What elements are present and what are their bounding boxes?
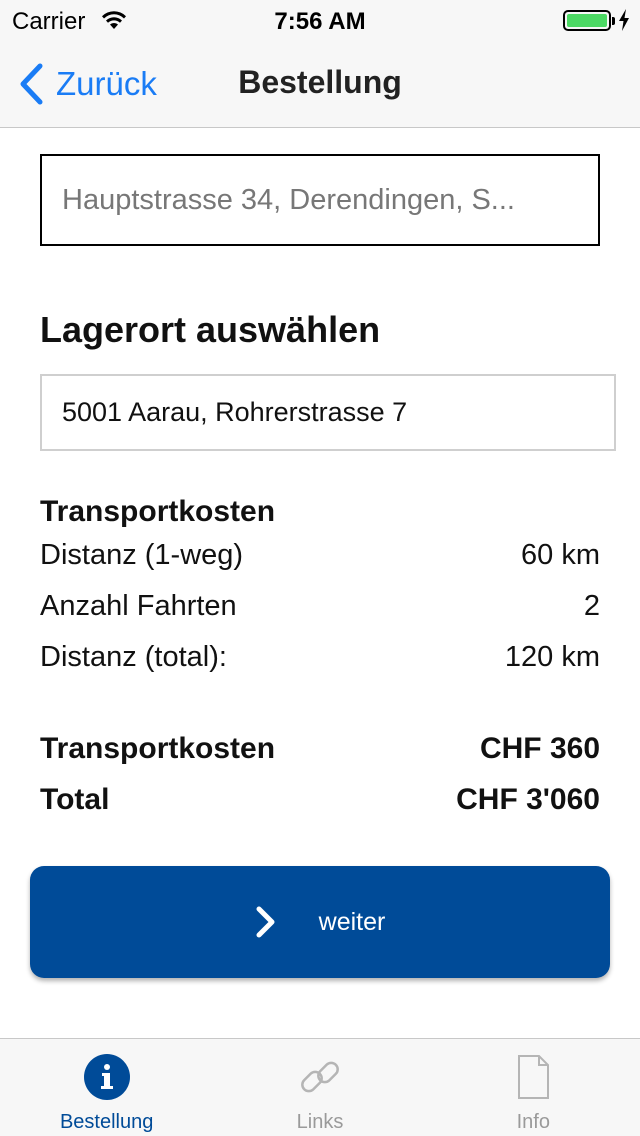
document-icon — [509, 1053, 557, 1101]
tab-label: Bestellung — [59, 1111, 154, 1133]
clock: 7:56 AM — [274, 8, 366, 35]
cost-row-label: Anzahl Fahrten — [40, 590, 237, 622]
info-icon — [83, 1053, 131, 1101]
summary-label: Transportkosten — [40, 732, 276, 765]
storage-location-value: 5001 Aarau, Rohrerstrasse 7 — [62, 397, 408, 427]
summary-value: CHF 3'060 — [456, 783, 600, 816]
link-icon — [296, 1053, 344, 1101]
tab-info[interactable]: Info — [427, 1039, 640, 1136]
transport-costs-heading: Transportkosten — [40, 495, 276, 528]
cost-row-distance-one-way: Distanz (1-weg) 60 km — [40, 539, 600, 572]
summary-row-transport-costs: Transportkosten CHF 360 — [40, 732, 600, 766]
back-button[interactable]: Zurück — [18, 62, 157, 106]
summary-row-total: Total CHF 3'060 — [40, 783, 600, 817]
cost-row-label: Distanz (1-weg) — [40, 539, 244, 571]
summary-value: CHF 360 — [479, 732, 600, 765]
storage-section-title: Lagerort auswählen — [40, 309, 381, 350]
continue-button-label: weiter — [318, 907, 386, 936]
cost-row-trips: Anzahl Fahrten 2 — [40, 590, 600, 623]
chevron-left-icon — [20, 63, 43, 105]
cost-row-value: 2 — [583, 590, 600, 622]
tab-links[interactable]: Links — [213, 1039, 426, 1136]
charging-bolt-icon — [619, 9, 629, 31]
summary-label: Total — [40, 783, 110, 816]
battery-icon — [563, 10, 615, 31]
status-bar: Carrier 7:56 AM — [0, 0, 640, 40]
tab-bar: Bestellung Links Info — [0, 1038, 640, 1136]
cost-row-value: 60 km — [521, 539, 600, 571]
tab-bestellung[interactable]: Bestellung — [0, 1039, 213, 1136]
back-button-label: Zurück — [56, 65, 157, 102]
chevron-right-icon — [256, 906, 275, 938]
continue-button[interactable]: weiter — [30, 866, 610, 978]
address-input[interactable] — [62, 183, 578, 217]
page-title-text: Bestellung — [238, 64, 402, 100]
storage-location-select[interactable]: 5001 Aarau, Rohrerstrasse 7 — [40, 374, 616, 451]
address-field[interactable] — [40, 154, 600, 246]
navigation-bar: Zurück Bestellung — [0, 40, 640, 128]
tab-label: Info — [516, 1111, 550, 1133]
cost-row-label: Distanz (total): — [40, 641, 227, 673]
cost-row-distance-total: Distanz (total): 120 km — [40, 641, 600, 674]
cost-row-value: 120 km — [504, 641, 600, 673]
tab-label: Links — [296, 1111, 344, 1133]
